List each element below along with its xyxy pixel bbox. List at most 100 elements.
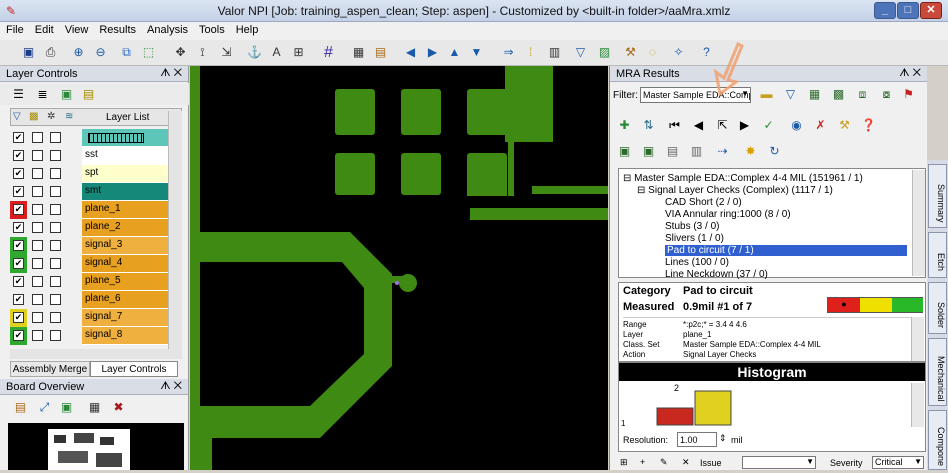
- board-zoom-icon[interactable]: ⤢: [36, 399, 53, 416]
- layer-visible-checkbox[interactable]: ✔: [13, 150, 24, 161]
- layer-highlight-checkbox[interactable]: [50, 222, 61, 233]
- layer-lock-checkbox[interactable]: [32, 330, 43, 341]
- table-view-icon[interactable]: ▩: [830, 86, 847, 103]
- layer-name-cell[interactable]: signal_3: [82, 237, 174, 255]
- zoom-in-icon[interactable]: ⊕: [70, 44, 87, 61]
- layer-lock-checkbox[interactable]: [32, 204, 43, 215]
- layer-name-cell[interactable]: smt: [82, 183, 174, 201]
- histogram-scrollbar[interactable]: [911, 383, 924, 427]
- layer-lock-checkbox[interactable]: [32, 276, 43, 287]
- layer-visible-checkbox[interactable]: ✔: [13, 240, 24, 251]
- paste-icon[interactable]: ▥: [688, 143, 705, 160]
- grid-view-icon[interactable]: ▦: [806, 86, 823, 103]
- select-icon[interactable]: ✥: [172, 44, 189, 61]
- layer-visible-checkbox[interactable]: ✔: [13, 294, 24, 305]
- flag-icon[interactable]: ⚑: [900, 86, 917, 103]
- layer-row[interactable]: ✔ smt: [10, 183, 180, 201]
- tree-item[interactable]: ⊟ Master Sample EDA::Complex 4-4 MIL (15…: [623, 173, 863, 184]
- approve-icon[interactable]: ✓: [760, 117, 777, 134]
- mra-pin-close-icon[interactable]: ᗑ ✕: [899, 67, 921, 80]
- export-icon[interactable]: ▣: [640, 143, 657, 160]
- settings-icon[interactable]: ✧: [670, 44, 687, 61]
- sort-icon[interactable]: ⇅: [640, 117, 657, 134]
- severity-select[interactable]: Critical ▼: [872, 456, 924, 469]
- detail-scrollbar[interactable]: [911, 317, 924, 361]
- menu-edit[interactable]: Edit: [29, 22, 59, 36]
- copy-icon[interactable]: ▤: [664, 143, 681, 160]
- layer-row[interactable]: ✔ spt: [10, 165, 180, 183]
- menu-help[interactable]: Help: [230, 22, 264, 36]
- tree-collapse-icon[interactable]: ⊟: [623, 173, 634, 184]
- edit-issue-icon[interactable]: ✎: [660, 457, 668, 468]
- delete-issue-icon[interactable]: ✕: [682, 457, 690, 468]
- next-icon[interactable]: ⇒: [500, 44, 517, 61]
- board-chart-icon[interactable]: ▤: [12, 399, 29, 416]
- layer-highlight-checkbox[interactable]: [50, 168, 61, 179]
- layer-name-cell[interactable]: [82, 129, 174, 147]
- grid-icon[interactable]: #: [320, 44, 337, 61]
- layer-row[interactable]: ✔ signal_4: [10, 255, 180, 273]
- measure-icon[interactable]: ⟟: [194, 44, 211, 61]
- zoom-fit-icon[interactable]: ⬚: [140, 44, 157, 61]
- tab-assembly-merge[interactable]: Assembly Merge: [10, 361, 90, 377]
- layers-options-icon[interactable]: ≣: [34, 86, 51, 103]
- tab-layer-controls[interactable]: Layer Controls: [90, 361, 178, 377]
- layer-row[interactable]: ✔ plane_1: [10, 201, 180, 219]
- layer-visible-checkbox[interactable]: ✔: [13, 222, 24, 233]
- menu-view[interactable]: View: [59, 22, 94, 36]
- filter-column-icon[interactable]: ▽: [13, 111, 21, 122]
- layer-row[interactable]: ✔ signal_7: [10, 309, 180, 327]
- layers-list-icon[interactable]: ☰: [10, 86, 27, 103]
- layer-highlight-checkbox[interactable]: [50, 330, 61, 341]
- refresh-icon[interactable]: ↻: [766, 143, 783, 160]
- layer-visible-checkbox[interactable]: ✔: [13, 204, 24, 215]
- layer-row[interactable]: ✔ signal_8: [10, 327, 180, 345]
- layer-highlight-checkbox[interactable]: [50, 312, 61, 323]
- layer-lock-checkbox[interactable]: [32, 222, 43, 233]
- tab-etch[interactable]: Etch: [928, 232, 947, 278]
- layers-icon[interactable]: ▦: [350, 44, 367, 61]
- add-issue-icon[interactable]: ⊞: [620, 457, 628, 468]
- tree-item[interactable]: Slivers (1 / 0): [665, 233, 724, 244]
- layer-visible-checkbox[interactable]: ✔: [13, 168, 24, 179]
- layer-visible-checkbox[interactable]: ✔: [13, 258, 24, 269]
- layer-lock-checkbox[interactable]: [32, 258, 43, 269]
- expand-view-icon[interactable]: ⧈: [854, 86, 871, 103]
- layer-highlight-checkbox[interactable]: [50, 294, 61, 305]
- tab-mechanical[interactable]: Mechanical: [928, 338, 947, 406]
- collapse-view-icon[interactable]: ⧇: [878, 86, 895, 103]
- first-result-icon[interactable]: ⏮: [666, 117, 683, 134]
- arrow-right-icon[interactable]: ▶: [424, 44, 441, 61]
- issue-select[interactable]: ▼: [742, 456, 816, 469]
- layer-name-cell[interactable]: plane_1: [82, 201, 174, 219]
- layer-name-cell[interactable]: plane_5: [82, 273, 174, 291]
- lock-column-icon[interactable]: ▩: [29, 111, 38, 122]
- layer-visible-checkbox[interactable]: ✔: [13, 330, 24, 341]
- board-lock-icon[interactable]: ▣: [58, 399, 75, 416]
- reject-icon[interactable]: ✗: [812, 117, 829, 134]
- import-icon[interactable]: ▣: [616, 143, 633, 160]
- layer-row[interactable]: ✔ sst: [10, 147, 180, 165]
- info-icon[interactable]: ❓: [860, 117, 877, 134]
- board-overview-canvas[interactable]: [8, 423, 184, 470]
- next-result-icon[interactable]: ▶: [736, 117, 753, 134]
- report-icon[interactable]: ▥: [546, 44, 563, 61]
- menu-analysis[interactable]: Analysis: [141, 22, 193, 36]
- layer-visible-checkbox[interactable]: ✔: [13, 276, 24, 287]
- tree-scrollbar[interactable]: [912, 170, 925, 276]
- zoom-out-icon[interactable]: ⊖: [92, 44, 109, 61]
- tree-item[interactable]: Pad to circuit (7 / 1): [665, 245, 907, 256]
- palette-icon[interactable]: ▤: [80, 86, 97, 103]
- layer-row[interactable]: ✔ plane_2: [10, 219, 180, 237]
- highlight-icon[interactable]: ▬: [758, 86, 775, 103]
- tree-item[interactable]: CAD Short (2 / 0): [665, 197, 742, 208]
- minimize-button[interactable]: _: [874, 2, 896, 19]
- layer-highlight-checkbox[interactable]: [50, 204, 61, 215]
- layer-lock-checkbox[interactable]: [32, 150, 43, 161]
- layer-lock-checkbox[interactable]: [32, 186, 43, 197]
- resolution-stepper-icon[interactable]: ⇕: [719, 433, 727, 444]
- arrow-up-icon[interactable]: ▲: [446, 44, 463, 61]
- layer-visible-checkbox[interactable]: ✔: [13, 186, 24, 197]
- tab-components[interactable]: Compone: [928, 410, 947, 470]
- highlight-column-icon[interactable]: ✲: [47, 111, 55, 122]
